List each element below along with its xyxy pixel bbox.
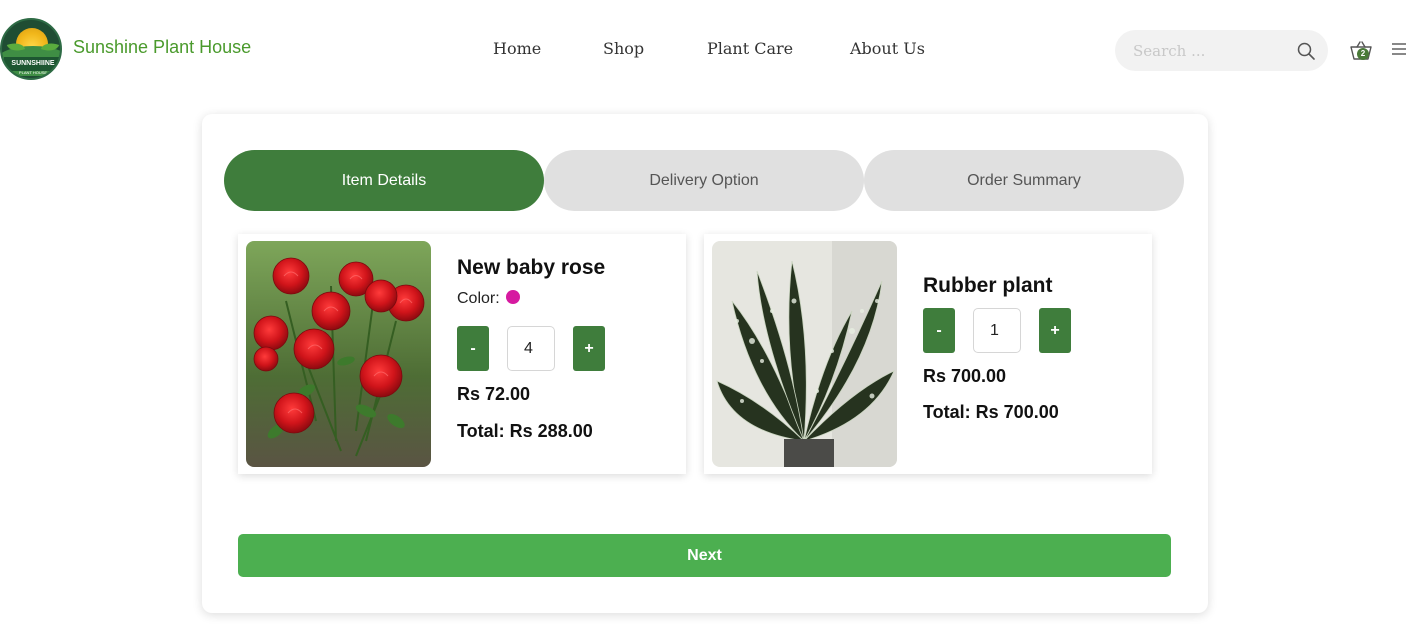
tab-delivery-option[interactable]: Delivery Option [544,150,864,211]
site-header: SUNNSHIINE PLANT HOUSE Sunshine Plant Ho… [0,0,1428,100]
tab-item-details[interactable]: Item Details [224,150,544,211]
unit-price: Rs 700.00 [923,366,1007,386]
search-icon[interactable] [1296,41,1316,61]
quantity-input[interactable] [507,326,555,371]
item-name: New baby rose [457,256,606,279]
rose-image [246,241,431,467]
increase-quantity-button[interactable]: + [1039,308,1071,353]
search-bar [1115,30,1328,71]
logo-text: SUNNSHIINE [4,57,60,71]
cart-item-rubber-plant: Rubber plant - + Rs 700.00 Total: Rs 700… [704,234,1152,474]
rubber-plant-image [712,241,897,467]
nav-plant-care[interactable]: Plant Care [707,39,793,58]
cart-count-badge: 2 [1357,48,1369,60]
checkout-card: Item Details Delivery Option Order Summa… [202,114,1208,613]
hamburger-menu-icon[interactable] [1391,42,1407,56]
brand-logo[interactable]: SUNNSHIINE PLANT HOUSE [0,18,62,80]
nav-home[interactable]: Home [493,39,541,58]
decrease-quantity-button[interactable]: - [457,326,489,371]
quantity-input[interactable] [973,308,1021,353]
tab-order-summary[interactable]: Order Summary [864,150,1184,211]
item-total: Total: Rs 700.00 [923,402,1059,422]
color-label: Color: [457,290,500,307]
increase-quantity-button[interactable]: + [573,326,605,371]
nav-about-us[interactable]: About Us [850,39,925,58]
decrease-quantity-button[interactable]: - [923,308,955,353]
next-button[interactable]: Next [238,534,1171,577]
search-input[interactable] [1133,40,1293,62]
nav-shop[interactable]: Shop [603,39,644,58]
unit-price: Rs 72.00 [457,384,531,404]
item-total: Total: Rs 288.00 [457,421,593,441]
cart-item-rose: New baby rose Color: - + Rs 72.00 Total:… [238,234,686,474]
color-swatch [505,290,520,304]
color-row: Color: [457,290,520,308]
item-name: Rubber plant [923,274,1053,297]
logo-subtext: PLANT HOUSE [18,70,48,75]
brand-name[interactable]: Sunshine Plant House [73,37,251,58]
